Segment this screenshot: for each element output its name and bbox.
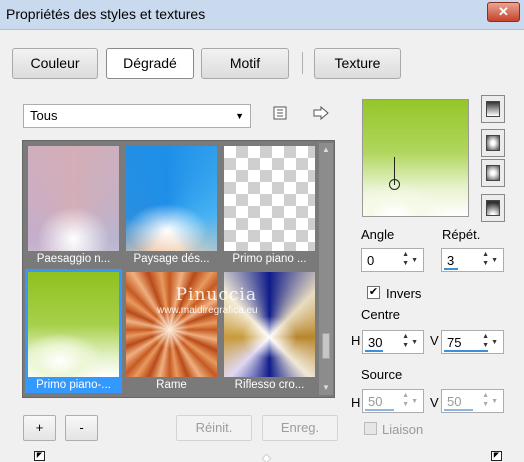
center-v-level-bar [444,350,488,352]
corner-marker-icon: ◤ [34,451,45,461]
angle-label: Angle [361,227,395,242]
center-h-stepper[interactable]: 30 ▲ ▼ ▼ [362,330,424,354]
center-label: Centre [361,307,401,322]
chevron-down-icon[interactable]: ▼ [491,338,498,347]
gallery-item[interactable]: Rame [123,269,220,393]
center-v-stepper[interactable]: 75 ▲ ▼ ▼ [441,330,504,354]
angle-value: 0 [367,253,375,268]
link-label: Liaison [382,422,424,437]
tab-motif[interactable]: Motif [201,48,289,79]
remove-gradient-button[interactable]: - [65,415,98,441]
resize-handle-icon[interactable] [261,453,272,462]
spin-arrows-icon[interactable]: ▲ ▼ [402,332,409,350]
style-sunburst-button[interactable] [481,159,505,187]
gradient-thumbnail [28,272,119,377]
save-button[interactable]: Enreg. [262,415,338,441]
spin-arrows-icon[interactable]: ▲ ▼ [402,250,409,268]
window-title: Propriétés des styles et textures [6,6,206,22]
source-h-label: H [351,395,361,410]
invert-label: Invers [386,286,422,301]
angle-stepper[interactable]: 0 ▲ ▼ ▼ [361,248,424,272]
repeat-label: Répét. [442,227,481,242]
sunburst-style-icon [486,165,500,181]
gallery-item-label: Paesaggio n... [36,253,111,265]
link-checkbox[interactable] [364,422,377,435]
gallery-scrollbar[interactable]: ▲ ▼ [319,143,333,395]
source-h-stepper[interactable]: 50 ▲ ▼ ▼ [362,389,424,413]
tab-texture[interactable]: Texture [314,48,401,79]
gallery-item[interactable]: Primo piano-... [25,269,122,393]
arrow-right-icon[interactable] [310,104,332,126]
center-v-label: V [430,333,439,348]
chevron-down-icon[interactable]: ▼ [411,256,418,265]
tab-couleur[interactable]: Couleur [12,48,98,79]
chevron-down-icon[interactable]: ▼ [411,397,418,406]
category-dropdown[interactable]: Tous ▼ [23,104,251,128]
gradient-gallery: Paesaggio n... Paysage dés... Primo pian… [22,140,335,398]
gallery-item-label: Primo piano ... [232,253,307,265]
rectangular-style-icon [486,135,500,151]
gallery-item[interactable]: Primo piano ... [221,143,318,267]
spin-arrows-icon[interactable]: ▲ ▼ [482,332,489,350]
gradient-thumbnail [224,272,315,377]
repeat-value: 3 [447,253,455,268]
center-h-level-bar [365,350,383,352]
source-v-stepper[interactable]: 50 ▲ ▼ ▼ [441,389,504,413]
title-bar: Propriétés des styles et textures ✕ [0,0,524,30]
repeat-level-bar [444,268,458,270]
gallery-item[interactable]: Paesaggio n... [25,143,122,267]
source-h-value: 50 [368,394,383,409]
scroll-up-icon[interactable]: ▲ [321,145,331,155]
center-h-value: 30 [368,335,383,350]
repeat-stepper[interactable]: 3 ▲ ▼ ▼ [441,248,504,272]
center-v-value: 75 [447,335,462,350]
radial-style-icon [486,200,500,216]
scroll-down-icon[interactable]: ▼ [321,383,331,393]
gradient-preview[interactable] [362,99,469,217]
linear-style-icon [486,101,500,117]
source-label: Source [361,367,403,382]
scrollbar-thumb[interactable] [322,333,330,359]
spin-arrows-icon[interactable]: ▲ ▼ [402,391,409,409]
gallery-item-label: Riflesso cro... [234,379,305,391]
chevron-down-icon[interactable]: ▼ [491,256,498,265]
style-rectangular-button[interactable] [481,129,505,157]
tab-separator [302,52,303,74]
source-v-value: 50 [447,394,462,409]
reset-button[interactable]: Réinit. [176,415,252,441]
tab-degrade[interactable]: Dégradé [106,48,194,79]
gallery-item[interactable]: Riflesso cro... [221,269,318,393]
chevron-down-icon[interactable]: ▼ [491,397,498,406]
center-handle[interactable] [389,179,400,190]
gallery-item-label: Rame [156,379,187,391]
source-v-level-bar [444,409,473,411]
chevron-down-icon[interactable]: ▼ [411,338,418,347]
source-v-label: V [430,395,439,410]
invert-checkbox[interactable]: ✔ [367,286,380,299]
gradient-thumbnail [126,146,217,251]
source-h-level-bar [365,409,394,411]
corner-marker-icon: ◤ [491,451,502,461]
gallery-item-label: Paysage dés... [133,253,210,265]
style-linear-button[interactable] [481,95,505,123]
gradient-thumbnail [28,146,119,251]
center-h-label: H [351,333,361,348]
category-dropdown-value: Tous [30,108,58,123]
style-radial-button[interactable] [481,194,505,222]
spin-arrows-icon[interactable]: ▲ ▼ [482,250,489,268]
gradient-thumbnail [126,272,217,377]
gallery-item[interactable]: Paysage dés... [123,143,220,267]
gallery-item-label: Primo piano-... [25,378,122,393]
check-icon: ✔ [368,286,379,298]
chevron-down-icon: ▼ [235,111,244,121]
gradient-thumbnail [224,146,315,251]
spin-arrows-icon[interactable]: ▲ ▼ [482,391,489,409]
add-gradient-button[interactable]: + [23,415,56,441]
close-button[interactable]: ✕ [487,2,520,22]
browse-icon[interactable] [269,105,291,127]
